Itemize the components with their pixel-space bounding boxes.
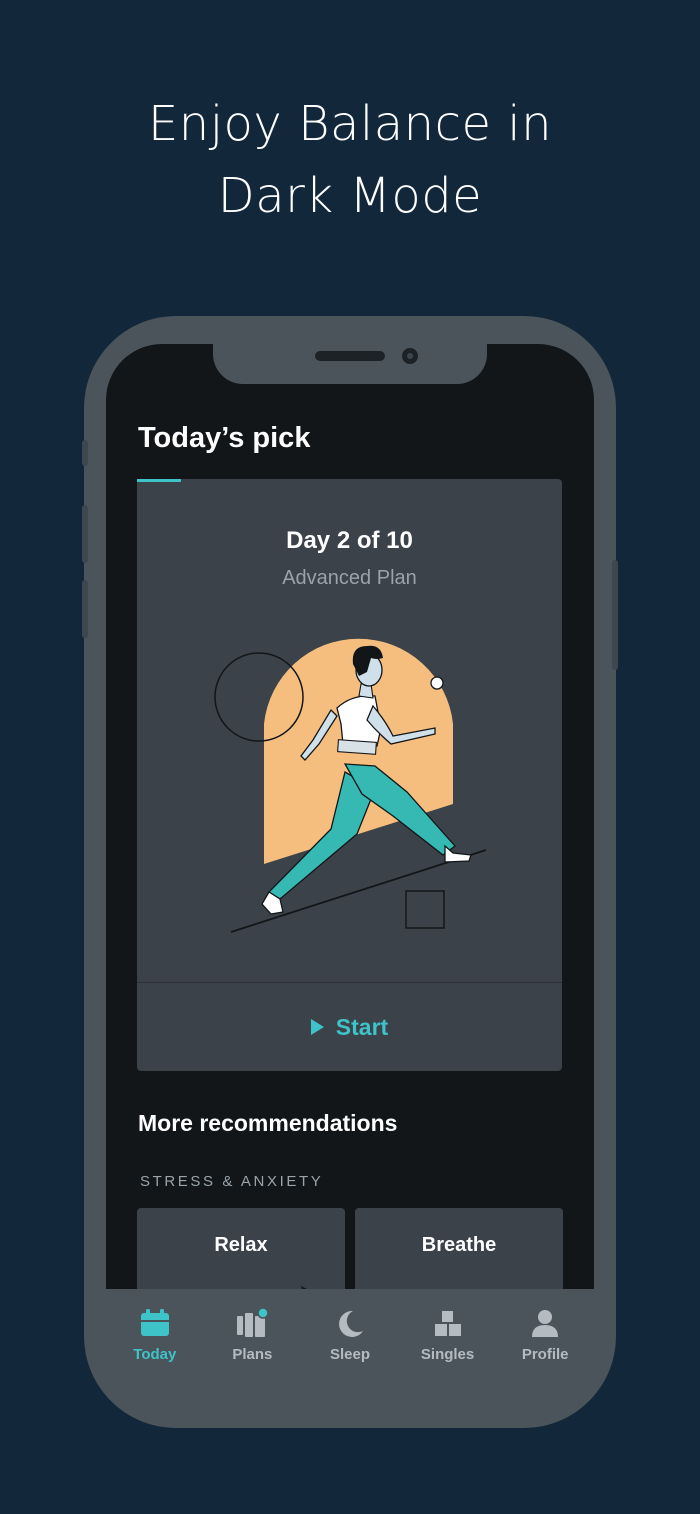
plans-icon [235,1307,270,1341]
notification-badge [257,1307,270,1319]
moon-icon [333,1307,367,1341]
plan-day-label: Day 2 of 10 [286,527,413,554]
tab-singles[interactable]: Singles [399,1289,497,1389]
walking-person-illustration [214,638,487,933]
more-recommendations-title: More recommendations [138,1110,398,1136]
illustration-square-outline [405,890,445,929]
phone-mute-switch [82,440,88,466]
speaker-grille [315,351,385,361]
promo-headline: Enjoy Balance in Dark Mode [0,88,700,232]
phone-notch [213,344,487,384]
bottom-tab-bar: Today Plans Sleep Singles Profile [106,1289,594,1389]
blocks-icon [431,1307,465,1341]
tab-plans[interactable]: Plans [204,1289,302,1389]
todays-pick-title: Today’s pick [138,422,311,454]
tab-label: Singles [420,1346,475,1363]
tab-profile[interactable]: Profile [496,1289,594,1389]
tab-label: Today [133,1346,177,1363]
headline-line-1: Enjoy Balance in [147,96,553,152]
tab-sleep[interactable]: Sleep [301,1289,399,1389]
app-screen: Today’s pick Day 2 of 10 Advanced Plan S… [106,344,594,1344]
tab-label: Plans [232,1346,273,1363]
person-waistband [337,739,377,755]
start-button-label: Start [335,1013,389,1040]
phone-power-button [612,560,618,670]
play-icon [310,1019,324,1035]
phone-volume-down [82,580,88,638]
plan-name-label: Advanced Plan [282,567,417,589]
illustration-ball [430,676,444,690]
tab-label: Sleep [329,1346,370,1363]
headline-line-2: Dark Mode [217,168,483,224]
section-accent-underline [137,479,181,482]
calendar-icon [138,1307,172,1341]
tab-label: Profile [521,1346,569,1363]
start-button[interactable]: Start [137,983,562,1071]
todays-pick-card[interactable]: Day 2 of 10 Advanced Plan Start [137,479,562,1071]
person-icon [528,1307,562,1341]
tab-today[interactable]: Today [106,1289,204,1389]
category-label: STRESS & ANXIETY [140,1173,324,1190]
recommendation-card-label: Breathe [421,1234,497,1256]
phone-volume-up [82,505,88,563]
recommendation-card-label: Relax [214,1234,268,1256]
front-camera [402,348,418,364]
